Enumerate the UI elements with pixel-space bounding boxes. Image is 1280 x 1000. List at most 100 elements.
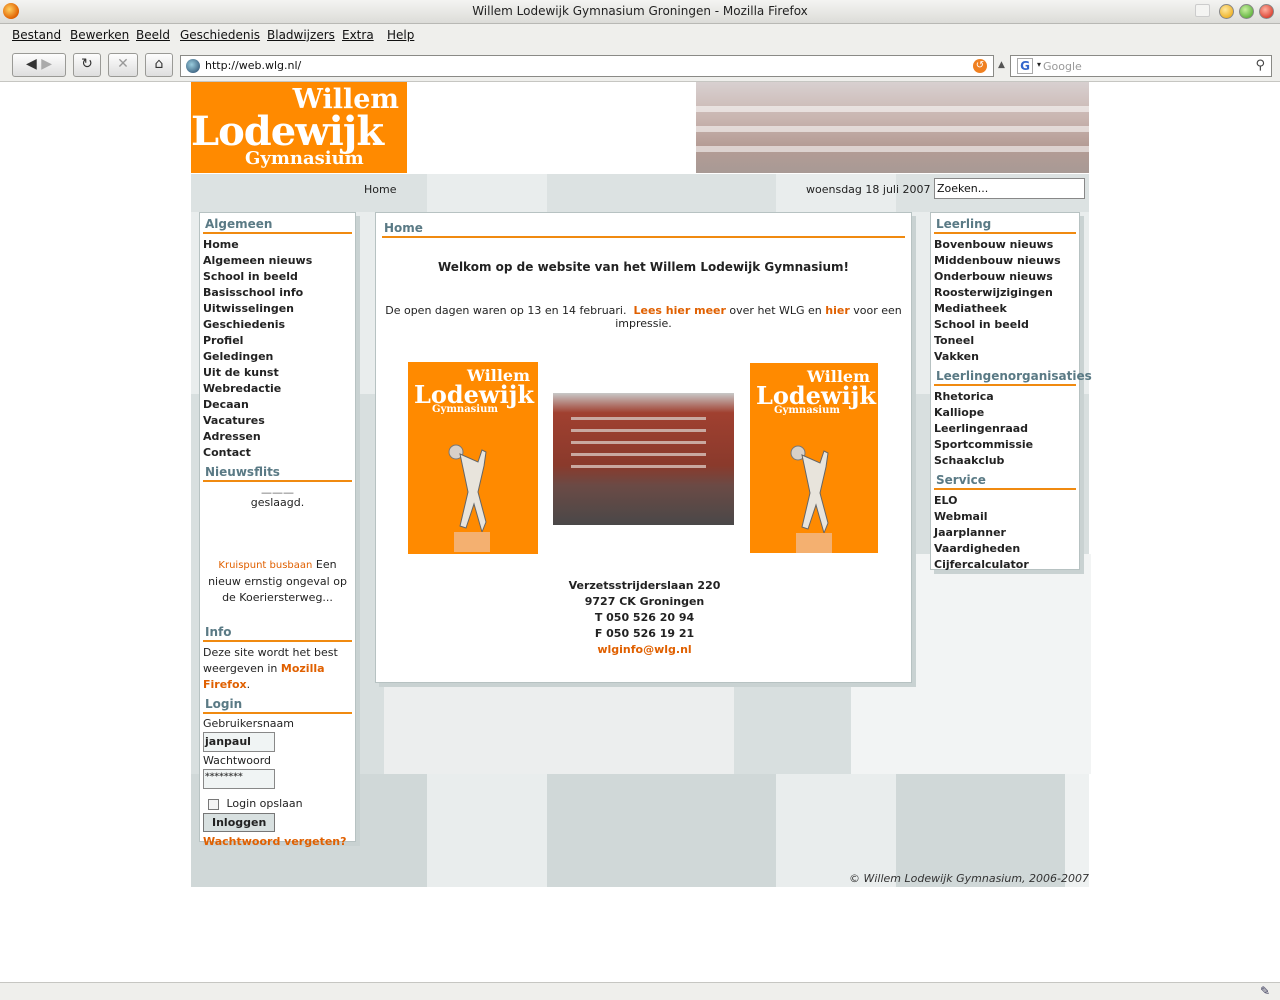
- menu-link-uit-de-kunst[interactable]: Uit de kunst: [200, 365, 355, 381]
- algemeen-heading: Algemeen: [203, 213, 352, 234]
- engine-dropdown-icon[interactable]: ▾: [1037, 60, 1041, 69]
- menu-bewerken[interactable]: Bewerken: [70, 28, 129, 42]
- statue-icon: [448, 444, 490, 552]
- info-block: Deze site wordt het best weergeven in Mo…: [203, 646, 338, 691]
- poster-right-line3: Gymnasium: [774, 405, 840, 416]
- address-phone: T 050 526 20 94: [594, 611, 695, 624]
- open-text-2: over het WLG en: [729, 304, 822, 317]
- search-bar[interactable]: G ▾ Google ⚲: [1010, 55, 1272, 77]
- address-street: Verzetsstrijderslaan 220: [568, 579, 721, 592]
- back-forward-button[interactable]: ◀ ▶: [12, 53, 66, 77]
- edit-page-icon[interactable]: ✎: [1260, 984, 1270, 998]
- breadcrumb[interactable]: Home: [364, 183, 396, 196]
- menu-link-algemeen-nieuws[interactable]: Algemeen nieuws: [200, 253, 355, 269]
- forgot-password-link[interactable]: Wachtwoord vergeten?: [200, 832, 355, 851]
- news-link-kruispunt[interactable]: Kruispunt busbaan: [218, 560, 312, 571]
- poster-left-line3: Gymnasium: [432, 404, 498, 415]
- site-banner: Willem Lodewijk Gymnasium: [191, 82, 1089, 174]
- site-logo[interactable]: Willem Lodewijk Gymnasium: [191, 82, 407, 173]
- menu-link-roosterwijzigingen[interactable]: Roosterwijzigingen: [931, 285, 1079, 301]
- hier-link[interactable]: hier: [825, 304, 850, 317]
- ticker-clipped-line: ———: [261, 486, 294, 495]
- menu-bladwijzers[interactable]: Bladwijzers: [267, 28, 335, 42]
- menu-link-profiel[interactable]: Profiel: [200, 333, 355, 349]
- info-heading: Info: [203, 621, 352, 642]
- menu-link-adressen[interactable]: Adressen: [200, 429, 355, 445]
- menu-link-onderbouw-nieuws[interactable]: Onderbouw nieuws: [931, 269, 1079, 285]
- service-heading: Service: [934, 469, 1076, 490]
- forward-arrow-icon[interactable]: ▶: [41, 56, 52, 72]
- site-icon: [186, 59, 200, 73]
- url-text[interactable]: http://web.wlg.nl/: [205, 59, 301, 72]
- site-container: Willem Lodewijk Gymnasium Home woensdag …: [191, 82, 1092, 887]
- menu-link-mediatheek[interactable]: Mediatheek: [931, 301, 1079, 317]
- menu-link-vakken[interactable]: Vakken: [931, 349, 1079, 365]
- menu-geschiedenis[interactable]: Geschiedenis: [180, 28, 260, 42]
- menu-link-jaarplanner[interactable]: Jaarplanner: [931, 525, 1079, 541]
- password-input[interactable]: ********: [203, 769, 275, 789]
- site-search-input[interactable]: Zoeken...: [934, 178, 1085, 199]
- menu-link-schaakclub[interactable]: Schaakclub: [931, 453, 1079, 469]
- login-heading: Login: [203, 693, 352, 714]
- maximize-button[interactable]: [1239, 4, 1254, 19]
- address-bar[interactable]: http://web.wlg.nl/ ↺: [180, 55, 994, 77]
- reload-button[interactable]: ↻: [73, 53, 101, 77]
- menu-link-contact[interactable]: Contact: [200, 445, 355, 461]
- menu-link-vacatures[interactable]: Vacatures: [200, 413, 355, 429]
- search-engine-dropdown-icon[interactable]: ▲: [998, 60, 1005, 70]
- username-input[interactable]: janpaul: [203, 732, 275, 752]
- close-button[interactable]: [1259, 4, 1274, 19]
- menu-link-vaardigheden[interactable]: Vaardigheden: [931, 541, 1079, 557]
- search-icon[interactable]: ⚲: [1255, 58, 1265, 73]
- minimize-button[interactable]: [1219, 4, 1234, 19]
- address-city: 9727 CK Groningen: [584, 595, 705, 608]
- remember-row: Login opslaan: [200, 791, 355, 810]
- menu-link-leerlingenraad[interactable]: Leerlingenraad: [931, 421, 1079, 437]
- menu-link-rhetorica[interactable]: Rhetorica: [931, 389, 1079, 405]
- menu-link-school-in-beeld-2[interactable]: School in beeld: [931, 317, 1079, 333]
- news-item-text: geslaagd.: [250, 496, 305, 509]
- menu-link-middenbouw-nieuws[interactable]: Middenbouw nieuws: [931, 253, 1079, 269]
- tab-list-icon[interactable]: [1195, 4, 1210, 17]
- login-user-label: Gebruikersnaam: [203, 717, 294, 730]
- menu-extra[interactable]: Extra: [342, 28, 374, 42]
- copyright-footer: © Willem Lodewijk Gymnasium, 2006-2007: [849, 872, 1089, 885]
- menu-link-elo[interactable]: ELO: [931, 493, 1079, 509]
- menu-beeld[interactable]: Beeld: [136, 28, 170, 42]
- home-button[interactable]: ⌂: [145, 53, 173, 77]
- main-panel: Home Welkom op de website van het Willem…: [375, 212, 912, 683]
- email-link[interactable]: wlginfo@wlg.nl: [376, 642, 913, 658]
- nieuwsflits-heading: Nieuwsflits: [203, 461, 352, 482]
- menu-link-webredactie[interactable]: Webredactie: [200, 381, 355, 397]
- welcome-heading: Welkom op de website van het Willem Lode…: [438, 260, 849, 274]
- menu-link-bovenbouw-nieuws[interactable]: Bovenbouw nieuws: [931, 237, 1079, 253]
- menu-link-decaan[interactable]: Decaan: [200, 397, 355, 413]
- menu-help[interactable]: Help: [387, 28, 414, 42]
- news-item: Kruispunt busbaan Een nieuw ernstig onge…: [206, 557, 349, 606]
- address-fax: F 050 526 19 21: [594, 627, 695, 640]
- login-button[interactable]: Inloggen: [203, 813, 276, 832]
- menu-link-toneel[interactable]: Toneel: [931, 333, 1079, 349]
- home-icon: ⌂: [154, 56, 164, 72]
- google-icon[interactable]: G: [1017, 58, 1033, 74]
- menu-link-kalliope[interactable]: Kalliope: [931, 405, 1079, 421]
- menu-link-cijfercalculator[interactable]: Cijfercalculator: [931, 557, 1079, 573]
- menu-link-uitwisselingen[interactable]: Uitwisselingen: [200, 301, 355, 317]
- lees-hier-meer-link[interactable]: Lees hier meer: [633, 304, 725, 317]
- menu-link-school-in-beeld[interactable]: School in beeld: [200, 269, 355, 285]
- banner-building-photo: [696, 82, 1089, 173]
- go-icon[interactable]: ↺: [973, 59, 987, 73]
- remember-checkbox[interactable]: [208, 798, 219, 810]
- menu-link-webmail[interactable]: Webmail: [931, 509, 1079, 525]
- menu-link-geschiedenis[interactable]: Geschiedenis: [200, 317, 355, 333]
- menu-bestand[interactable]: Bestand: [12, 28, 61, 42]
- menu-link-basisschool-info[interactable]: Basisschool info: [200, 285, 355, 301]
- stop-button[interactable]: ✕: [108, 53, 138, 77]
- menu-link-geledingen[interactable]: Geledingen: [200, 349, 355, 365]
- back-arrow-icon[interactable]: ◀: [26, 56, 37, 72]
- menu-link-sportcommissie[interactable]: Sportcommissie: [931, 437, 1079, 453]
- search-placeholder[interactable]: Google: [1043, 60, 1082, 73]
- menu-link-home[interactable]: Home: [200, 237, 355, 253]
- algemeen-menu: Home Algemeen nieuws School in beeld Bas…: [200, 237, 355, 461]
- school-building-photo: [553, 393, 734, 525]
